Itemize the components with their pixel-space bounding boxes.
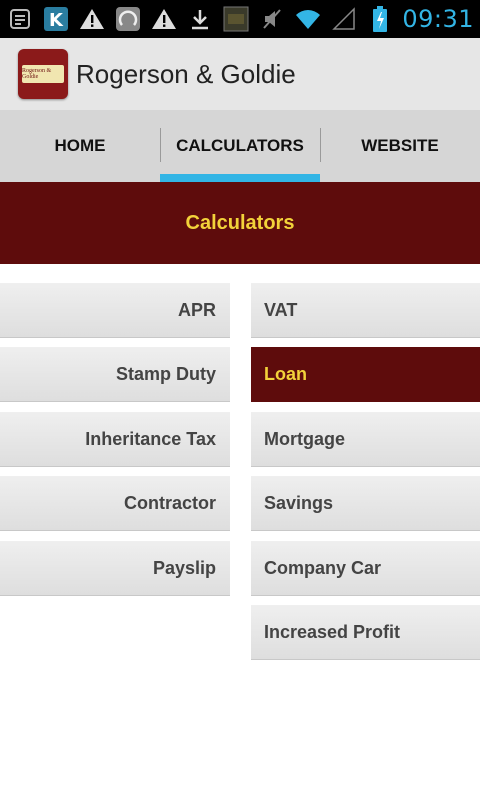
contractor-button[interactable]: Contractor [0, 476, 230, 531]
tab-website[interactable]: WEBSITE [320, 110, 480, 182]
payslip-button[interactable]: Payslip [0, 541, 230, 596]
action-bar: Rogerson & Goldie Rogerson & Goldie [0, 38, 480, 110]
status-system: 09:31 [258, 5, 474, 33]
tab-calculators[interactable]: CALCULATORS [160, 110, 320, 182]
company-car-button[interactable]: Company Car [251, 541, 480, 596]
app-title: Rogerson & Goldie [76, 58, 296, 89]
tab-home[interactable]: HOME [0, 110, 160, 182]
notification-list-icon [6, 5, 34, 33]
thumbnail-icon [222, 5, 250, 33]
app-logo[interactable]: Rogerson & Goldie [18, 49, 68, 99]
section-title: Calculators [185, 211, 295, 234]
loading-icon [114, 5, 142, 33]
section-header: Calculators [0, 182, 480, 264]
mortgage-button[interactable]: Mortgage [251, 412, 480, 467]
inheritance-tax-button[interactable]: Inheritance Tax [0, 412, 230, 467]
savings-button[interactable]: Savings [251, 476, 480, 531]
loan-button[interactable]: Loan [251, 347, 480, 402]
stamp-duty-button[interactable]: Stamp Duty [0, 347, 230, 402]
mute-icon [258, 5, 286, 33]
warning-icon [78, 5, 106, 33]
increased-profit-button[interactable]: Increased Profit [251, 605, 480, 660]
app-logo-text: Rogerson & Goldie [22, 65, 64, 83]
tab-bar: HOME CALCULATORS WEBSITE [0, 110, 480, 182]
battery-icon [366, 5, 394, 33]
status-bar: K 09:31 [0, 0, 480, 38]
download-icon [186, 5, 214, 33]
status-notifications: K [6, 5, 250, 33]
signal-icon [330, 5, 358, 33]
apr-button[interactable]: APR [0, 283, 230, 338]
k-app-icon: K [42, 5, 70, 33]
status-clock: 09:31 [402, 5, 474, 33]
vat-button[interactable]: VAT [251, 283, 480, 338]
svg-text:K: K [49, 10, 64, 31]
warning-icon-2 [150, 5, 178, 33]
wifi-icon [294, 5, 322, 33]
